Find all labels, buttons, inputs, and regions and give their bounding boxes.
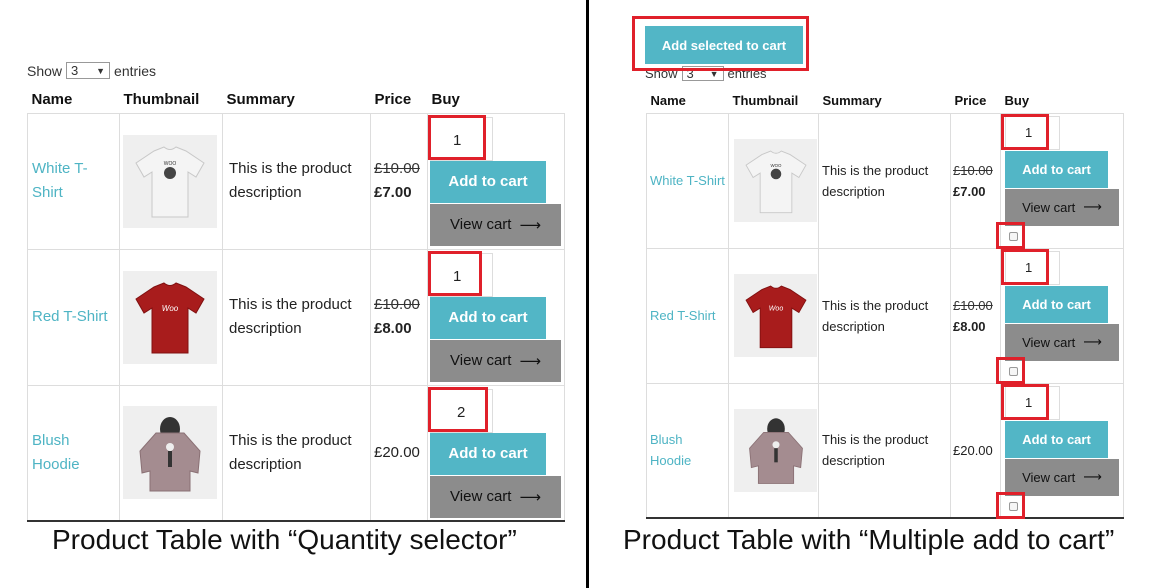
col-header-price[interactable]: Price <box>371 86 428 113</box>
product-summary: This is the product description <box>229 296 352 337</box>
highlight-box <box>996 221 1025 249</box>
svg-text:Woo: Woo <box>162 304 179 313</box>
product-summary: This is the product description <box>229 160 352 201</box>
product-price: £20.00 <box>370 384 428 522</box>
col-header-name[interactable]: Name <box>28 86 120 113</box>
add-to-cart-button[interactable]: Add to cart <box>1005 285 1108 323</box>
product-summary: This is the product description <box>822 297 929 334</box>
view-cart-button[interactable]: View cart ⟶ <box>1005 458 1119 496</box>
table-row: White T-Shirt WOO This is the productdes… <box>646 112 1124 249</box>
highlight-box <box>996 356 1025 384</box>
entries-select[interactable]: 3 ▼ <box>66 62 111 79</box>
view-cart-button[interactable]: View cart ⟶ <box>1005 323 1119 361</box>
product-price: £10.00 £7.00 <box>950 112 1001 249</box>
col-header-price[interactable]: Price <box>951 88 1001 113</box>
product-summary: This is the product description <box>822 432 929 469</box>
add-to-cart-button[interactable]: Add to cart <box>430 296 546 339</box>
highlight-box <box>996 491 1025 519</box>
highlight-box <box>428 114 486 160</box>
svg-text:Woo: Woo <box>768 305 783 312</box>
table-row: Blush Hoodie This is the product descripti… <box>27 384 565 522</box>
highlight-box <box>632 16 809 71</box>
highlight-box <box>1001 113 1049 150</box>
product-link[interactable]: Red T-Shirt <box>647 305 728 326</box>
product-link[interactable]: White T-Shirt <box>28 157 119 205</box>
table-row: Red T-Shirt Woo This is the product descr… <box>27 248 565 386</box>
arrow-right-icon: ⟶ <box>1083 199 1102 214</box>
product-link[interactable]: White T-Shirt <box>647 170 728 191</box>
product-price: £10.00 £8.00 <box>950 247 1001 384</box>
chevron-down-icon: ▼ <box>96 65 106 76</box>
highlight-box <box>428 250 482 296</box>
col-header-buy: Buy <box>431 90 460 108</box>
view-cart-button[interactable]: View cart ⟶ <box>430 339 561 382</box>
product-link[interactable]: Blush Hoodie <box>28 429 119 477</box>
add-to-cart-button[interactable]: Add to cart <box>1005 150 1108 188</box>
left-show-entries: Show 3 ▼ entries <box>27 62 156 79</box>
left-product-table: Name Thumbnail Summary Price Buy White T… <box>27 86 565 522</box>
col-header-name[interactable]: Name <box>647 88 729 113</box>
white-tshirt-image[interactable]: WOO <box>734 139 817 222</box>
col-header-thumbnail: Thumbnail <box>123 90 200 108</box>
product-price: £20.00 <box>950 382 1001 519</box>
highlight-box <box>428 386 488 432</box>
blush-hoodie-image[interactable] <box>734 408 817 492</box>
view-cart-button[interactable]: View cart ⟶ <box>1005 188 1119 226</box>
entries-label: entries <box>114 62 157 79</box>
arrow-right-icon: ⟶ <box>519 352 541 370</box>
col-header-buy: Buy <box>1004 92 1030 108</box>
left-caption: Product Table with “Quantity selector” <box>52 524 517 555</box>
panel-divider <box>586 0 589 588</box>
col-header-thumbnail: Thumbnail <box>732 92 799 108</box>
table-row: Red T-Shirt Woo This is the product descr… <box>646 247 1124 384</box>
right-caption: Product Table with “Multiple add to cart… <box>623 524 1115 555</box>
product-summary: This is the product description <box>822 162 929 199</box>
blush-hoodie-image[interactable] <box>123 406 217 500</box>
product-price: £10.00 £8.00 <box>370 248 428 386</box>
add-to-cart-button[interactable]: Add to cart <box>1005 420 1108 458</box>
col-header-summary: Summary <box>822 92 882 108</box>
product-link[interactable]: Blush Hoodie <box>647 429 728 471</box>
product-summary: This is the product description <box>229 431 352 473</box>
view-cart-button[interactable]: View cart ⟶ <box>430 203 561 246</box>
arrow-right-icon: ⟶ <box>519 488 541 506</box>
arrow-right-icon: ⟶ <box>1083 469 1102 484</box>
highlight-box <box>1001 383 1049 420</box>
add-to-cart-button[interactable]: Add to cart <box>430 160 546 203</box>
right-product-table: Name Thumbnail Summary Price Buy White T… <box>646 88 1124 519</box>
table-row: Blush Hoodie This is the product descripti… <box>646 382 1124 519</box>
red-tshirt-image[interactable]: Woo <box>123 270 217 364</box>
svg-text:WOO: WOO <box>164 161 177 167</box>
highlight-box <box>1001 248 1049 285</box>
arrow-right-icon: ⟶ <box>1083 334 1102 349</box>
arrow-right-icon: ⟶ <box>519 216 541 234</box>
show-label: Show <box>27 62 63 79</box>
add-to-cart-button[interactable]: Add to cart <box>430 432 546 475</box>
product-price: £10.00 £7.00 <box>370 112 428 250</box>
white-tshirt-image[interactable]: WOO <box>123 134 217 228</box>
product-link[interactable]: Red T-Shirt <box>28 305 119 329</box>
table-row: White T-Shirt WOO This is the productdes… <box>27 112 565 250</box>
col-header-summary: Summary <box>226 90 295 108</box>
svg-text:WOO: WOO <box>770 162 782 167</box>
view-cart-button[interactable]: View cart ⟶ <box>430 475 561 518</box>
red-tshirt-image[interactable]: Woo <box>734 274 817 357</box>
